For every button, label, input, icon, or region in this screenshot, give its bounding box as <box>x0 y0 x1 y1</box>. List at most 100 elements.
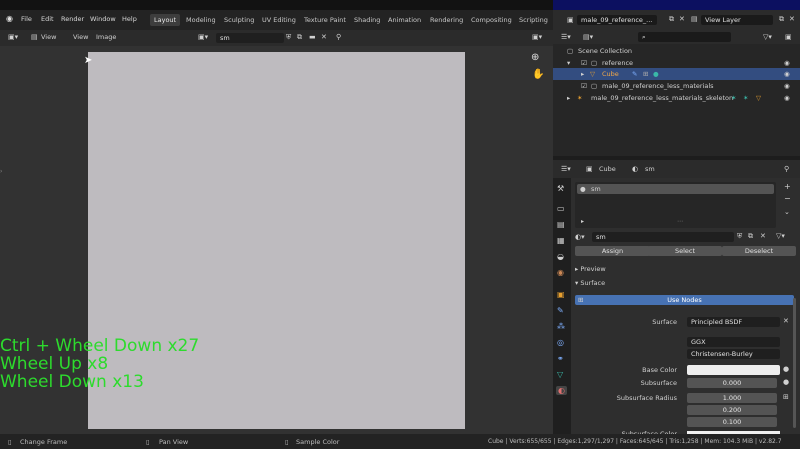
tool-tab-icon[interactable]: ⚒ <box>557 184 564 193</box>
editor-type-icon[interactable]: ☰▾ <box>561 165 571 173</box>
scene-name-field[interactable]: male_09_reference_... <box>577 15 657 25</box>
use-nodes-button[interactable]: ⊞ Use Nodes <box>575 295 794 305</box>
image-canvas[interactable] <box>88 52 465 429</box>
list-grip-icon[interactable]: ⋯ <box>677 218 683 225</box>
image-name-field[interactable]: sm <box>216 33 284 43</box>
eye-icon[interactable]: ◉ <box>784 92 790 104</box>
new-image-icon[interactable]: ⧉ <box>297 33 302 42</box>
expand-arrow-icon[interactable]: ▸ <box>567 92 570 104</box>
tab-modeling[interactable]: Modeling <box>182 14 220 26</box>
radius-link-icon[interactable]: ⊞ <box>783 393 789 401</box>
fake-user-icon[interactable]: ⛨ <box>286 33 291 42</box>
physics-tab-icon[interactable]: ◎ <box>557 338 564 347</box>
editor-type-icon[interactable]: ☰▾ <box>561 33 571 41</box>
duplicate-icon[interactable]: ⧉ <box>748 232 753 241</box>
swap-shader-icon[interactable]: ✕ <box>783 317 789 325</box>
tab-scripting[interactable]: Scripting <box>515 14 552 26</box>
list-resize-icon[interactable]: ▸ <box>581 218 584 225</box>
subsurface-radius-y[interactable]: 0.200 <box>687 405 777 415</box>
outliner-row-less-materials[interactable]: ☑ ▢ male_09_reference_less_materials ◉ <box>553 80 800 92</box>
outliner-row-skeleton[interactable]: ▸ ✶ male_09_reference_less_materials_ske… <box>553 92 800 104</box>
render-tab-icon[interactable]: ▭ <box>557 204 565 213</box>
checkbox-icon[interactable]: ☑ <box>581 80 587 92</box>
modifier-tab-icon[interactable]: ✎ <box>557 306 564 315</box>
add-slot-button[interactable]: + <box>784 182 791 191</box>
subsurface-link-icon[interactable]: ● <box>783 378 789 386</box>
view-layer-icon[interactable]: ▤ <box>691 15 698 23</box>
new-collection-icon[interactable]: ▣ <box>785 33 792 41</box>
subsurface-method-dropdown[interactable]: Christensen-Burley <box>687 349 780 359</box>
view-menu[interactable]: View <box>73 33 88 41</box>
menu-file[interactable]: File <box>21 15 32 23</box>
material-tab-icon[interactable]: ◐ <box>556 386 567 395</box>
image-menu[interactable]: Image <box>96 33 116 41</box>
view-layer-tab-icon[interactable]: ▦ <box>557 236 565 245</box>
unlink-icon[interactable]: ✕ <box>321 33 327 41</box>
subsurface-radius-x[interactable]: 1.000 <box>687 393 777 403</box>
deselect-button[interactable]: Deselect <box>722 246 796 256</box>
constraints-tab-icon[interactable]: ⚭ <box>557 354 564 363</box>
world-tab-icon[interactable]: ◉ <box>557 268 564 277</box>
particles-tab-icon[interactable]: ⁂ <box>557 322 565 331</box>
preview-panel-header[interactable]: ▸ Preview <box>575 265 606 273</box>
eye-icon[interactable]: ◉ <box>784 80 790 92</box>
tab-layout[interactable]: Layout <box>150 14 181 26</box>
pin-icon[interactable]: ⚲ <box>784 165 789 173</box>
subsurface-field[interactable]: 0.000 <box>687 378 777 388</box>
pin-icon[interactable]: ⚲ <box>336 33 341 41</box>
scene-tab-icon[interactable]: ◒ <box>557 252 564 261</box>
menu-window[interactable]: Window <box>90 15 116 23</box>
close-icon[interactable]: ✕ <box>679 15 685 23</box>
material-name-field[interactable]: sm <box>592 232 734 242</box>
menu-help[interactable]: Help <box>122 15 137 23</box>
editor-type-icon[interactable]: ▣▾ <box>8 33 18 41</box>
remove-slot-button[interactable]: − <box>784 194 791 203</box>
material-slot-item[interactable]: ● sm <box>577 184 774 194</box>
unlink-icon[interactable]: ✕ <box>760 232 766 240</box>
menu-render[interactable]: Render <box>61 15 84 23</box>
assign-button[interactable]: Assign <box>575 246 650 256</box>
tab-texture-paint[interactable]: Texture Paint <box>300 14 350 26</box>
copy-icon-2[interactable]: ⧉ <box>779 15 784 24</box>
display-mode-icon[interactable]: ▤▾ <box>583 33 593 41</box>
surface-panel-header[interactable]: ▾ Surface <box>575 279 605 287</box>
toolbar-toggle-icon[interactable]: › <box>0 168 2 175</box>
menu-edit[interactable]: Edit <box>41 15 54 23</box>
display-channels-icon[interactable]: ▣▾ <box>532 33 542 41</box>
output-tab-icon[interactable]: ▤ <box>557 220 565 229</box>
slot-menu-icon[interactable]: ⌄ <box>784 208 790 216</box>
close-icon-2[interactable]: ✕ <box>789 15 795 23</box>
object-tab-icon[interactable]: ▣ <box>557 290 565 299</box>
eye-icon[interactable]: ◉ <box>784 68 790 80</box>
filter-icon[interactable]: ▽▾ <box>763 33 772 41</box>
open-image-icon[interactable]: ▬ <box>309 33 316 41</box>
image-browse-icon[interactable]: ▣▾ <box>198 33 208 41</box>
copy-icon[interactable]: ⧉ <box>669 15 674 24</box>
tab-shading[interactable]: Shading <box>350 14 384 26</box>
view-layer-field[interactable]: View Layer <box>701 15 773 25</box>
properties-scrollbar[interactable] <box>793 298 796 428</box>
view-mode-dropdown[interactable]: View <box>41 33 56 41</box>
select-button[interactable]: Select <box>648 246 722 256</box>
outliner-row-scene-collection[interactable]: ▢ Scene Collection <box>553 45 800 57</box>
outliner-search-input[interactable]: ⌕ <box>638 32 731 42</box>
distribution-dropdown[interactable]: GGX <box>687 337 780 347</box>
material-browse-icon[interactable]: ◐▾ <box>575 233 585 241</box>
base-color-swatch[interactable] <box>687 365 780 375</box>
base-color-link-icon[interactable]: ● <box>783 365 789 373</box>
tab-uv-editing[interactable]: UV Editing <box>258 14 300 26</box>
outliner-row-cube[interactable]: ▸ ▽ Cube ✎ ⊞ ● ◉ <box>553 68 800 80</box>
subsurface-radius-z[interactable]: 0.100 <box>687 417 777 427</box>
link-type-icon[interactable]: ▽▾ <box>776 232 785 240</box>
mode-icon[interactable]: ▤ <box>31 33 38 41</box>
fake-user-icon[interactable]: ⛨ <box>737 232 742 241</box>
tab-compositing[interactable]: Compositing <box>467 14 516 26</box>
surface-shader-field[interactable]: Principled BSDF <box>687 317 780 327</box>
tab-rendering[interactable]: Rendering <box>426 14 467 26</box>
tab-sculpting[interactable]: Sculpting <box>220 14 258 26</box>
tab-animation[interactable]: Animation <box>384 14 425 26</box>
expand-arrow-icon[interactable]: ▸ <box>581 68 584 80</box>
scene-icon[interactable]: ▣ <box>567 16 574 24</box>
pan-hand-icon[interactable]: ✋ <box>532 69 544 80</box>
zoom-icon[interactable]: ⊕ <box>531 52 539 63</box>
